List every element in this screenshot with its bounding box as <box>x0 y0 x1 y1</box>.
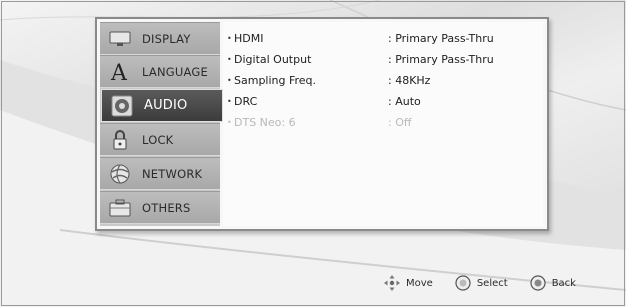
sidebar-item-audio[interactable]: AUDIO <box>101 89 223 122</box>
sidebar-item-label: AUDIO <box>144 98 188 113</box>
setting-name: DTS Neo: 6 <box>234 115 296 129</box>
hint-back: Back <box>530 275 576 291</box>
button-hints: Move Select Back <box>384 273 598 293</box>
sidebar-item-label: DISPLAY <box>142 31 191 46</box>
sidebar-item-language[interactable]: A LANGUAGE <box>100 55 220 88</box>
setting-value: : 48KHz <box>388 73 431 87</box>
lock-icon <box>107 129 133 151</box>
setting-row-hdmi[interactable]: • HDMI : Primary Pass-Thru <box>227 28 537 48</box>
hint-move: Move <box>384 275 433 291</box>
dpad-arrows-icon <box>384 275 400 291</box>
audio-settings-list: • HDMI : Primary Pass-Thru • Digital Out… <box>223 22 543 226</box>
bullet-icon: • <box>227 33 232 43</box>
setting-value: : Auto <box>388 94 421 108</box>
menu-sidebar: DISPLAY A LANGUAGE AUDIO LOCK NETWORK OT… <box>100 22 223 226</box>
sidebar-item-others[interactable]: OTHERS <box>100 191 220 224</box>
bullet-icon: • <box>227 75 232 85</box>
hint-back-label: Back <box>551 277 576 289</box>
hint-move-label: Move <box>406 277 433 289</box>
setting-row-dts-neo6: • DTS Neo: 6 : Off <box>227 112 537 132</box>
setting-row-digital-output[interactable]: • Digital Output : Primary Pass-Thru <box>227 49 537 69</box>
setup-menu: DISPLAY A LANGUAGE AUDIO LOCK NETWORK OT… <box>95 17 549 231</box>
network-icon <box>107 163 133 185</box>
sidebar-item-label: LOCK <box>142 132 174 147</box>
setting-value: : Primary Pass-Thru <box>388 31 494 45</box>
ok-button-icon <box>455 275 471 291</box>
display-icon <box>107 28 133 50</box>
bullet-icon: • <box>227 54 232 64</box>
setting-value: : Primary Pass-Thru <box>388 52 494 66</box>
setting-row-drc[interactable]: • DRC : Auto <box>227 91 537 111</box>
back-button-icon <box>530 275 546 291</box>
audio-icon <box>109 95 135 117</box>
hint-select: Select <box>455 275 508 291</box>
sidebar-item-network[interactable]: NETWORK <box>100 157 220 190</box>
setting-row-sampling-freq[interactable]: • Sampling Freq. : 48KHz <box>227 70 537 90</box>
svg-text:A: A <box>110 61 128 83</box>
sidebar-item-label: NETWORK <box>142 166 203 181</box>
sidebar-item-label: OTHERS <box>142 200 191 215</box>
sidebar-item-lock[interactable]: LOCK <box>100 123 220 156</box>
bullet-icon: • <box>227 96 232 106</box>
tv-screen: DISPLAY A LANGUAGE AUDIO LOCK NETWORK OT… <box>0 0 626 307</box>
setting-name: Sampling Freq. <box>234 73 317 87</box>
language-icon: A <box>107 61 133 83</box>
bullet-icon: • <box>227 117 232 127</box>
setting-name: Digital Output <box>234 52 312 66</box>
sidebar-item-label: LANGUAGE <box>142 64 208 79</box>
sidebar-item-display[interactable]: DISPLAY <box>100 22 220 55</box>
hint-select-label: Select <box>476 277 508 289</box>
setting-name: HDMI <box>234 31 264 45</box>
others-icon <box>107 197 133 219</box>
setting-value: : Off <box>388 115 412 129</box>
setting-name: DRC <box>234 94 258 108</box>
